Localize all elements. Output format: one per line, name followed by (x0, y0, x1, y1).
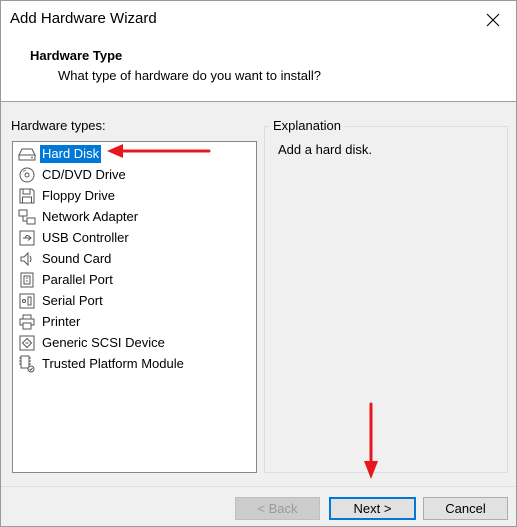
list-item-hard-disk[interactable]: Hard Disk (17, 144, 102, 164)
scsi-icon (17, 333, 37, 353)
list-item-label: Parallel Port (42, 272, 113, 287)
list-item-label: Hard Disk (40, 145, 102, 163)
list-item-label: Floppy Drive (42, 188, 115, 203)
floppy-icon (17, 186, 37, 206)
explanation-legend: Explanation (269, 118, 345, 133)
list-item-parallel-port[interactable]: Parallel Port (17, 270, 115, 290)
page-title: Hardware Type (30, 48, 123, 63)
list-item-trusted-platform-module[interactable]: Trusted Platform Module (17, 354, 186, 374)
close-button[interactable] (470, 1, 516, 39)
list-item-floppy-drive[interactable]: Floppy Drive (17, 186, 117, 206)
list-item-cd-dvd-drive[interactable]: CD/DVD Drive (17, 165, 128, 185)
network-icon (17, 207, 37, 227)
list-item-label: Generic SCSI Device (42, 335, 165, 350)
cd-dvd-icon (17, 165, 37, 185)
serial-port-icon (17, 291, 37, 311)
page-subtitle: What type of hardware do you want to ins… (58, 68, 322, 83)
list-item-printer[interactable]: Printer (17, 312, 82, 332)
list-item-label: Network Adapter (42, 209, 139, 224)
hard-disk-icon (17, 144, 37, 164)
wizard-header: Hardware Type What type of hardware do y… (1, 39, 516, 102)
list-item-label: Printer (42, 314, 81, 329)
window-title: Add Hardware Wizard (10, 10, 157, 27)
cancel-button[interactable]: Cancel (423, 497, 508, 520)
tpm-icon (17, 354, 37, 374)
explanation-group (264, 126, 508, 473)
list-item-label: Trusted Platform Module (42, 356, 184, 371)
parallel-port-icon (17, 270, 37, 290)
hardware-types-label: Hardware types: (11, 118, 106, 133)
annotation-arrow-down (364, 402, 378, 479)
sound-icon (17, 249, 37, 269)
explanation-text: Add a hard disk. (278, 142, 372, 157)
hardware-types-list[interactable]: Hard Disk CD/DVD Drive Floppy Drive Netw… (12, 141, 257, 473)
usb-icon (17, 228, 37, 248)
footer-divider (1, 486, 516, 487)
list-item-generic-scsi-device[interactable]: Generic SCSI Device (17, 333, 167, 353)
add-hardware-wizard-window: Add Hardware Wizard Hardware Type What t… (0, 0, 517, 527)
close-icon (486, 13, 500, 27)
list-item-label: USB Controller (42, 230, 129, 245)
list-item-network-adapter[interactable]: Network Adapter (17, 207, 140, 227)
list-item-sound-card[interactable]: Sound Card (17, 249, 113, 269)
next-button[interactable]: Next > (329, 497, 416, 520)
list-item-label: Serial Port (42, 293, 103, 308)
title-bar: Add Hardware Wizard (1, 1, 516, 39)
annotation-arrow-left (107, 144, 211, 158)
printer-icon (17, 312, 37, 332)
back-button[interactable]: < Back (235, 497, 320, 520)
list-item-label: CD/DVD Drive (42, 167, 126, 182)
list-item-label: Sound Card (42, 251, 112, 266)
list-item-serial-port[interactable]: Serial Port (17, 291, 105, 311)
list-item-usb-controller[interactable]: USB Controller (17, 228, 131, 248)
